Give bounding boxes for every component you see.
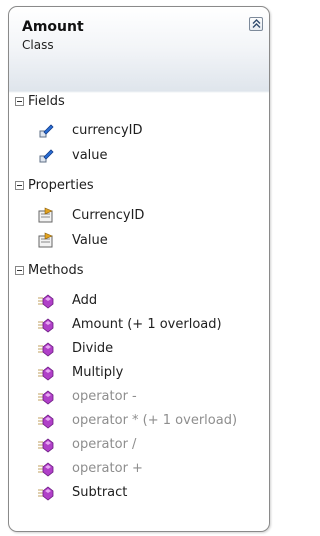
method-name: Subtract bbox=[72, 485, 128, 500]
field-item[interactable]: currencyID bbox=[9, 120, 269, 142]
section-methods[interactable]: Methods bbox=[9, 260, 269, 282]
method-icon bbox=[38, 462, 54, 477]
method-item[interactable]: Multiply bbox=[9, 362, 269, 384]
property-icon bbox=[38, 232, 53, 248]
method-icon bbox=[38, 318, 54, 333]
section-fields[interactable]: Fields bbox=[9, 91, 269, 113]
method-name: Multiply bbox=[72, 365, 124, 380]
method-item[interactable]: Add bbox=[9, 290, 269, 312]
field-item[interactable]: value bbox=[9, 145, 269, 167]
method-item[interactable]: operator / bbox=[9, 434, 269, 456]
section-label: Methods bbox=[28, 263, 84, 278]
class-header[interactable]: Amount Class bbox=[9, 7, 269, 91]
method-name: Amount (+ 1 overload) bbox=[72, 317, 222, 332]
method-item[interactable]: operator + bbox=[9, 458, 269, 480]
method-name: Divide bbox=[72, 341, 114, 356]
class-name: Amount bbox=[22, 19, 84, 35]
property-icon bbox=[38, 207, 53, 223]
collapse-section-icon[interactable] bbox=[15, 266, 24, 275]
method-icon bbox=[38, 294, 54, 309]
method-item[interactable]: Divide bbox=[9, 338, 269, 360]
property-name: Value bbox=[72, 233, 108, 248]
method-icon bbox=[38, 486, 54, 501]
property-name: CurrencyID bbox=[72, 208, 145, 223]
property-item[interactable]: CurrencyID bbox=[9, 205, 269, 227]
collapse-button[interactable] bbox=[249, 17, 263, 31]
collapse-section-icon[interactable] bbox=[15, 181, 24, 190]
property-item[interactable]: Value bbox=[9, 230, 269, 252]
field-icon bbox=[39, 124, 54, 138]
method-icon bbox=[38, 366, 54, 381]
method-name: operator / bbox=[72, 437, 137, 452]
method-item[interactable]: operator * (+ 1 overload) bbox=[9, 410, 269, 432]
double-chevron-up-icon bbox=[252, 19, 261, 28]
section-label: Fields bbox=[28, 94, 65, 109]
method-name: Add bbox=[72, 293, 98, 308]
method-item[interactable]: operator - bbox=[9, 386, 269, 408]
method-icon bbox=[38, 390, 54, 405]
method-icon bbox=[38, 342, 54, 357]
field-name: currencyID bbox=[72, 123, 143, 138]
section-label: Properties bbox=[28, 178, 94, 193]
method-name: operator * (+ 1 overload) bbox=[72, 413, 238, 428]
method-icon bbox=[38, 438, 54, 453]
method-name: operator - bbox=[72, 389, 137, 404]
field-name: value bbox=[72, 148, 108, 163]
field-icon bbox=[39, 149, 54, 163]
method-name: operator + bbox=[72, 461, 143, 476]
collapse-section-icon[interactable] bbox=[15, 97, 24, 106]
method-icon bbox=[38, 414, 54, 429]
method-item[interactable]: Amount (+ 1 overload) bbox=[9, 314, 269, 336]
method-item[interactable]: Subtract bbox=[9, 482, 269, 504]
class-kind: Class bbox=[22, 38, 54, 52]
class-shape[interactable]: Amount Class Fields currencyID value Pro… bbox=[8, 6, 270, 532]
section-properties[interactable]: Properties bbox=[9, 175, 269, 197]
